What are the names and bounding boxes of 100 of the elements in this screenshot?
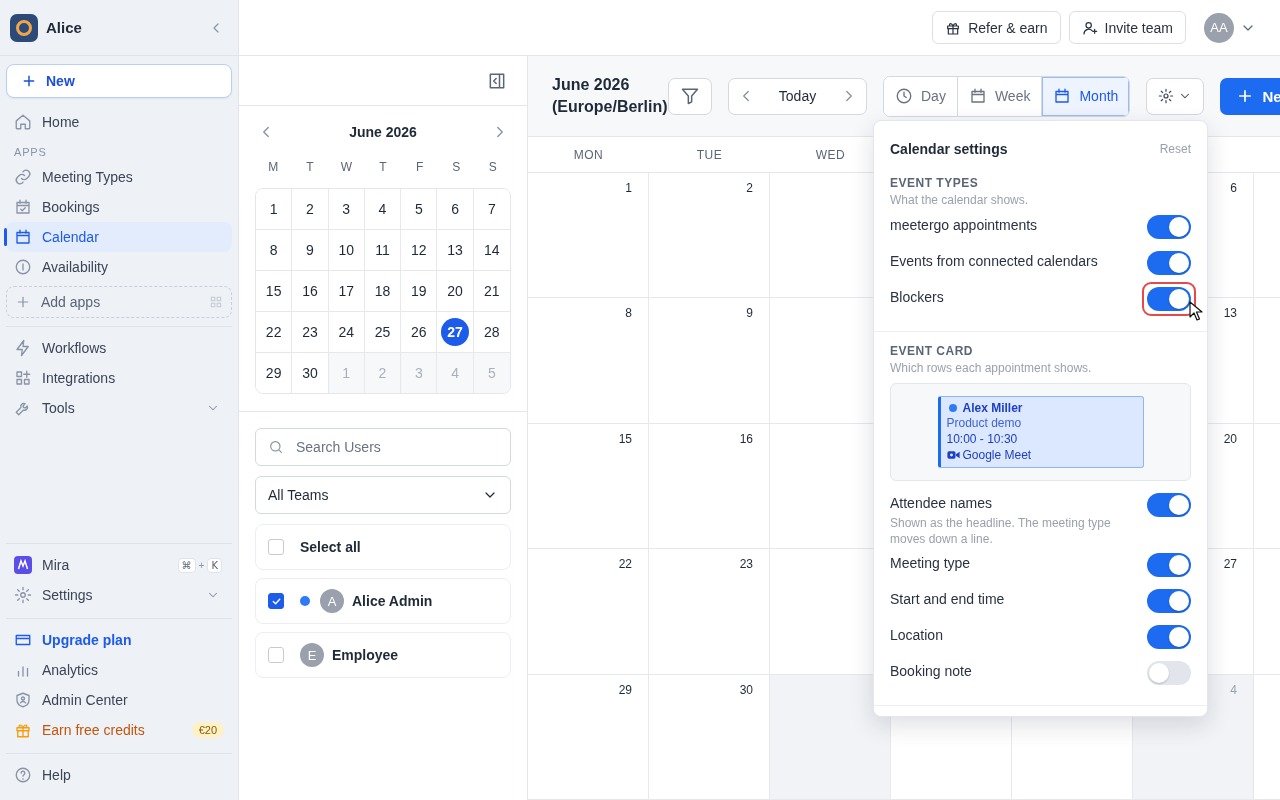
weekday-label: S — [487, 160, 498, 176]
user-name: Alice Admin — [352, 593, 433, 609]
calendar-day[interactable]: 26 — [404, 318, 433, 346]
header-button[interactable]: Invite team — [1068, 11, 1186, 44]
settings-icon — [14, 586, 32, 604]
nav-item[interactable]: Workflows — [6, 333, 232, 363]
calendar-day[interactable]: 15 — [259, 277, 288, 305]
calendar-day[interactable]: 17 — [332, 277, 361, 305]
nav-item[interactable]: Analytics — [6, 655, 232, 685]
calendar-day[interactable]: 2 — [295, 195, 324, 223]
toggle-switch[interactable] — [1147, 493, 1191, 517]
lightning-icon — [14, 339, 32, 357]
nav-item[interactable]: Mira — [42, 557, 70, 573]
weekday-label: W — [339, 160, 354, 176]
toggle-switch[interactable] — [1147, 553, 1191, 577]
keyboard-key: ⌘ — [177, 557, 196, 573]
header-button[interactable]: Refer & earn — [932, 11, 1061, 44]
team-select[interactable]: All Teams — [255, 476, 511, 514]
calendar-day[interactable]: 16 — [295, 277, 324, 305]
day-number: 13 — [1223, 306, 1237, 321]
calendar-day[interactable]: 30 — [295, 359, 324, 387]
nav-item[interactable]: Availability — [6, 252, 232, 282]
today-button[interactable]: Today — [778, 88, 817, 104]
day-cell[interactable]: 29 — [528, 674, 649, 800]
assistant-icon — [14, 556, 32, 574]
weekday-header: WED — [815, 147, 846, 162]
day-number: 16 — [739, 431, 753, 446]
checkbox[interactable] — [268, 593, 284, 609]
calendar-day[interactable]: 10 — [332, 236, 361, 264]
section-hint: What the calendar shows. — [890, 193, 1030, 207]
view-tab[interactable]: Month — [1042, 76, 1130, 116]
key-separator: + — [198, 559, 205, 571]
day-number: 30 — [739, 682, 753, 697]
calendar-day[interactable]: 4 — [368, 195, 397, 223]
calendar-day[interactable]: 7 — [477, 195, 506, 223]
toggle-switch[interactable] — [1147, 251, 1191, 275]
calendar-day[interactable]: 25 — [368, 318, 397, 346]
calendar-day[interactable]: 14 — [477, 236, 506, 264]
nav-item[interactable]: Earn free credits €20 — [6, 715, 232, 745]
plus-icon — [15, 294, 31, 310]
calendar-day[interactable]: 9 — [295, 236, 324, 264]
calendar-day[interactable]: 8 — [259, 236, 288, 264]
settings-icon — [1158, 88, 1175, 104]
add-apps-button[interactable]: Add apps — [6, 286, 232, 318]
option-label: Blockers — [890, 288, 944, 307]
toggle-switch[interactable] — [1147, 661, 1191, 685]
day-number: 2 — [746, 181, 753, 195]
section-heading: EVENT TYPES — [890, 176, 980, 190]
calendar-day[interactable]: 11 — [368, 236, 397, 264]
link-icon — [14, 168, 32, 186]
nav-item[interactable]: Integrations — [6, 363, 232, 393]
nav-item[interactable]: Settings — [6, 580, 232, 610]
settings-button[interactable] — [1146, 77, 1205, 115]
credit-badge: €20 — [191, 722, 224, 738]
calendar-day[interactable]: 28 — [477, 318, 506, 346]
search-field[interactable]: Search Users — [255, 428, 511, 466]
calendar-day[interactable]: 3 — [332, 195, 361, 223]
day-number: 4 — [1230, 682, 1237, 697]
calendar-day[interactable]: 23 — [295, 318, 324, 346]
calendar-day[interactable]: 24 — [332, 318, 361, 346]
day-number: 1 — [625, 181, 632, 195]
day-number: 27 — [1223, 557, 1237, 572]
user-avatar: A — [320, 589, 344, 613]
nav-item[interactable]: Upgrade plan — [6, 625, 232, 655]
calendar-day[interactable]: 19 — [404, 277, 433, 305]
day-number: 9 — [746, 306, 753, 321]
nav-item[interactable]: Help — [6, 760, 232, 790]
calendar-day[interactable]: 6 — [441, 195, 470, 223]
calendar-day[interactable]: 18 — [368, 277, 397, 305]
nav-item[interactable]: Meeting Types — [6, 162, 232, 192]
nav-item[interactable]: Home — [6, 107, 232, 137]
workspace-name: Alice — [46, 19, 83, 36]
calendar-day[interactable]: 22 — [259, 318, 288, 346]
nav-item[interactable]: Admin Center — [6, 685, 232, 715]
event-location: Google Meet — [962, 447, 1032, 463]
nav-item[interactable]: Bookings — [6, 192, 232, 222]
calendar-day[interactable]: 1 — [259, 195, 288, 223]
calendar-day[interactable]: 12 — [404, 236, 433, 264]
nav-item[interactable]: Calendar — [6, 222, 232, 252]
weekday-label: M — [267, 160, 280, 176]
calendar-day[interactable]: 20 — [441, 277, 470, 305]
weekday-header: TUE — [696, 147, 723, 162]
nav-item[interactable]: Tools — [6, 393, 232, 423]
view-tab[interactable]: Day — [884, 76, 958, 116]
filter-button[interactable] — [668, 77, 712, 115]
calendar-day[interactable]: 5 — [404, 195, 433, 223]
shield-user-icon — [14, 691, 32, 709]
meeting-type: Product demo — [946, 415, 1023, 431]
select-all-label: Select all — [300, 539, 361, 555]
toggle-switch[interactable] — [1147, 215, 1191, 239]
calendar-day[interactable]: 29 — [259, 359, 288, 387]
day-number: 29 — [618, 682, 632, 697]
calendar-day[interactable]: 21 — [477, 277, 506, 305]
section-label: APPS — [13, 145, 48, 160]
day-cell[interactable] — [770, 674, 891, 800]
calendar-day[interactable]: 27 — [441, 318, 470, 346]
calendar-day[interactable]: 13 — [441, 236, 470, 264]
toggle-switch[interactable] — [1147, 625, 1191, 649]
new-button[interactable]: New — [6, 64, 232, 98]
toggle-switch[interactable] — [1147, 589, 1191, 613]
